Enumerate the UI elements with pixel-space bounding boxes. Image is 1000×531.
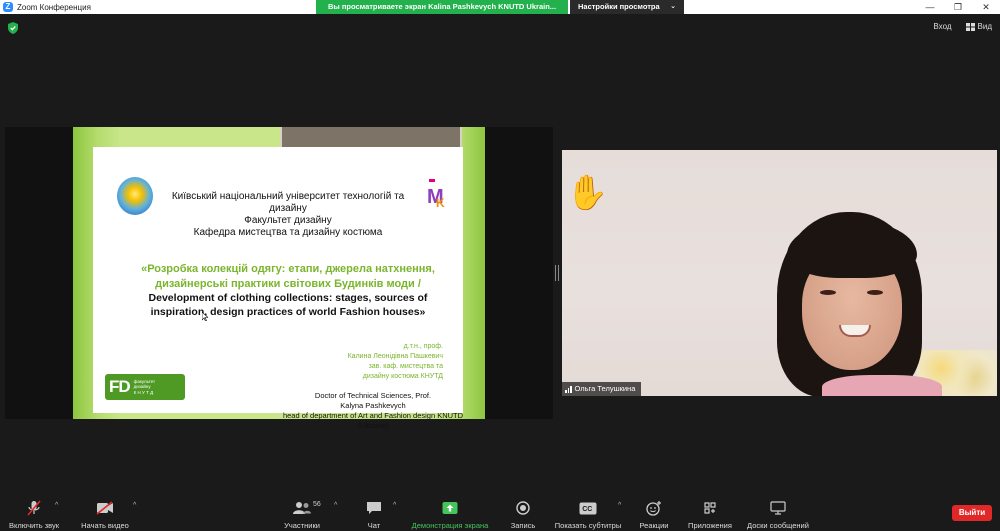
department-name: Кафедра мистецтва та дизайну костюма [193, 227, 383, 238]
close-button[interactable]: ✕ [972, 0, 1000, 14]
restore-button[interactable]: ❐ [944, 0, 972, 14]
author-en-line-4: (Ukraine) [357, 421, 389, 430]
whiteboards-label: Доски сообщений [747, 521, 809, 530]
chat-label: Чат [367, 521, 381, 530]
view-settings-button[interactable]: Настройки просмотра ⌄ [570, 0, 684, 14]
view-settings-label: Настройки просмотра [578, 2, 660, 11]
participants-count: 56 [313, 501, 321, 508]
apps-icon [703, 498, 717, 518]
record-button[interactable]: Запись [506, 493, 540, 531]
grid-icon [965, 22, 975, 31]
audio-options-caret[interactable]: ^ [55, 502, 58, 509]
participants-icon [292, 498, 312, 518]
university-header: Київський національний університет техно… [153, 191, 423, 239]
reactions-button[interactable]: Реакции [636, 493, 672, 531]
apps-button[interactable]: Приложения [684, 493, 736, 531]
faculty-name: Факультет дизайну [244, 215, 332, 226]
unmute-button[interactable]: Включить звук [6, 493, 62, 531]
splitter-handle[interactable] [555, 265, 559, 281]
apps-label: Приложения [688, 521, 732, 530]
participant-name: Ольга Телушкина [574, 384, 636, 393]
whiteboard-icon [770, 498, 786, 518]
author-ua-line-1: д.т.н., проф. [403, 343, 443, 350]
chat-button[interactable]: Чат [362, 493, 386, 531]
reactions-icon [646, 498, 662, 518]
signal-bars-icon [565, 385, 572, 393]
author-ukrainian: д.т.н., проф. Калина Леонідівна Пашкевич… [293, 342, 443, 382]
mouse-cursor-icon [202, 312, 208, 321]
university-emblem-icon [117, 177, 153, 215]
minimize-button[interactable]: — [916, 0, 944, 14]
share-banner: Вы просматриваете экран Kalina Pashkevyc… [316, 0, 568, 14]
author-ua-line-3: зав. каф. мистецтва та [368, 363, 443, 370]
muted-mic-icon [26, 498, 42, 518]
university-line-1: Київський національний університет техно… [171, 191, 405, 202]
slide-title-ukrainian: «Розробка колекцій одягу: етапи, джерела… [141, 263, 435, 290]
svg-text:CC: CC [582, 506, 592, 513]
unmute-label: Включить звук [8, 521, 60, 530]
leave-meeting-button[interactable]: Выйти [952, 505, 992, 521]
view-button[interactable]: Вид [965, 22, 992, 31]
whiteboards-button[interactable]: Доски сообщений [742, 493, 814, 531]
meeting-toolbar: Включить звук ^ Начать видео ^ Участники… [0, 493, 1000, 531]
author-en-line-1: Doctor of Technical Sciences, Prof. [314, 391, 432, 400]
university-line-2: дизайну [269, 203, 307, 214]
author-english: Doctor of Technical Sciences, Prof. Kaly… [263, 391, 483, 431]
record-label: Запись [510, 521, 536, 530]
svg-text:K: K [436, 196, 445, 209]
captions-icon: CC [579, 498, 597, 518]
share-screen-label: Демонстрация экрана [411, 521, 489, 530]
participants-options-caret[interactable]: ^ [334, 502, 337, 509]
fd-logo-sub-3: К Н У Т Д [133, 389, 154, 395]
person-eye-left [820, 290, 836, 295]
participants-button[interactable]: Участники [280, 493, 324, 531]
window-title: Zoom Конференция [17, 2, 91, 12]
chat-icon [366, 498, 382, 518]
fd-faculty-logo: FD факультет дизайну К Н У Т Д [105, 374, 185, 400]
author-en-line-3: head of department of Art and Fashion de… [282, 411, 464, 420]
video-options-caret[interactable]: ^ [133, 502, 136, 509]
participant-name-tag: Ольга Телушкина [562, 382, 642, 396]
chat-options-caret[interactable]: ^ [393, 502, 396, 509]
chevron-down-icon: ⌄ [670, 3, 676, 10]
author-ua-line-2: Калина Леонідівна Пашкевич [347, 353, 443, 360]
encryption-shield-icon[interactable] [8, 22, 18, 34]
person-shirt [822, 375, 942, 396]
captions-options-caret[interactable]: ^ [618, 502, 621, 509]
start-video-label: Начать видео [81, 521, 129, 530]
zoom-app-icon: Z [3, 2, 13, 12]
top-right-controls: Вход Вид [933, 22, 992, 31]
fd-logo-text: FD [109, 377, 131, 396]
exit-fullscreen-label: Вход [933, 22, 952, 31]
participant-video[interactable] [562, 150, 997, 396]
start-video-button[interactable]: Начать видео [78, 493, 132, 531]
window-controls: — ❐ ✕ [916, 0, 1000, 14]
share-screen-icon [442, 498, 458, 518]
reactions-label: Реакции [639, 521, 669, 530]
person-bangs [787, 220, 917, 278]
person-eye-right [867, 290, 883, 295]
author-ua-line-4: дизайну костюма КНУТД [362, 373, 443, 380]
show-captions-label: Показать субтитры [554, 521, 622, 530]
share-screen-button[interactable]: Демонстрация экрана [405, 493, 495, 531]
video-off-icon [96, 498, 114, 518]
slide-title-english: Development of clothing collections: sta… [148, 292, 428, 318]
view-label: Вид [977, 22, 992, 31]
fd-logo-subtext: факультет дизайну К Н У Т Д [134, 379, 155, 396]
show-captions-button[interactable]: CC Показать субтитры [550, 493, 626, 531]
exit-fullscreen-button[interactable]: Вход [933, 22, 951, 31]
record-icon [516, 498, 530, 518]
participants-label: Участники [284, 521, 320, 530]
raised-hand-icon: ✋ [566, 174, 609, 212]
author-en-line-2: Kalyna Pashkevych [340, 401, 406, 410]
mdk-logo-icon: M K [427, 179, 445, 209]
